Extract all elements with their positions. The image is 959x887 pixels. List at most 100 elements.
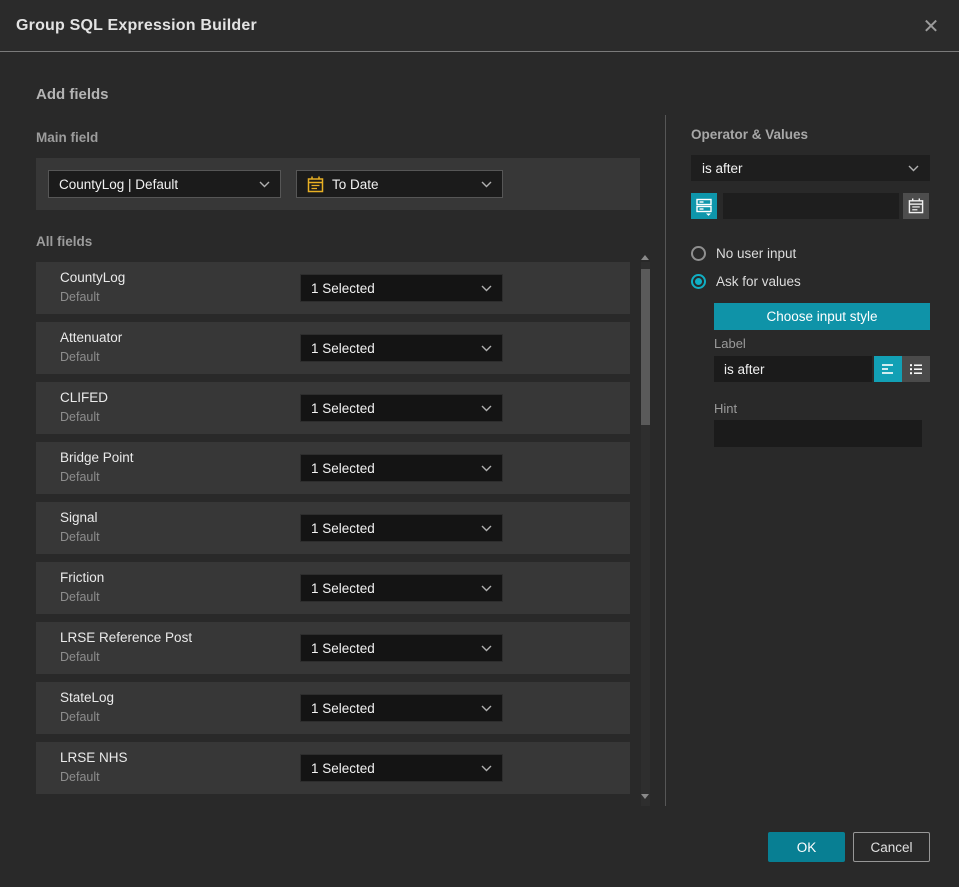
radio-no-user-input[interactable]: No user input (691, 246, 796, 261)
chevron-down-icon (481, 285, 492, 291)
field-selected-value: 1 Selected (311, 760, 375, 776)
field-selected-value: 1 Selected (311, 460, 375, 476)
main-field-select-value: CountyLog | Default (59, 176, 179, 192)
field-row: Signal Default 1 Selected (36, 502, 630, 554)
scrollbar-up-arrow[interactable] (641, 255, 649, 260)
chevron-down-icon (481, 645, 492, 651)
radio-label: No user input (716, 246, 797, 261)
field-selected-value: 1 Selected (311, 280, 375, 296)
field-name: CountyLog (60, 270, 126, 285)
field-selected-dropdown[interactable]: 1 Selected (300, 394, 503, 422)
field-name: CLIFED (60, 390, 109, 405)
radio-label: Ask for values (716, 274, 801, 289)
date-field-select-value: To Date (332, 176, 379, 192)
field-selected-dropdown[interactable]: 1 Selected (300, 574, 503, 602)
field-row: StateLog Default 1 Selected (36, 682, 630, 734)
chevron-down-icon (481, 181, 492, 187)
field-subtitle: Default (60, 650, 100, 664)
chevron-down-icon (481, 585, 492, 591)
value-source-toggle-button[interactable] (691, 193, 717, 219)
date-value-input[interactable] (723, 193, 899, 219)
operator-values-heading: Operator & Values (691, 127, 809, 142)
chevron-down-icon (481, 345, 492, 351)
field-selected-value: 1 Selected (311, 700, 375, 716)
field-subtitle: Default (60, 290, 100, 304)
field-selected-value: 1 Selected (311, 580, 375, 596)
field-selected-dropdown[interactable]: 1 Selected (300, 334, 503, 362)
field-selected-value: 1 Selected (311, 400, 375, 416)
calendar-icon (908, 198, 924, 214)
field-selected-dropdown[interactable]: 1 Selected (300, 754, 503, 782)
scrollbar-down-arrow[interactable] (641, 794, 649, 799)
operator-select-value: is after (702, 160, 743, 176)
field-selected-value: 1 Selected (311, 640, 375, 656)
dialog-title: Group SQL Expression Builder (16, 17, 257, 34)
field-row: LRSE NHS Default 1 Selected (36, 742, 630, 794)
all-fields-label: All fields (36, 234, 93, 249)
field-selected-dropdown[interactable]: 1 Selected (300, 514, 503, 542)
hint-field-label: Hint (714, 401, 738, 416)
title-bar: Group SQL Expression Builder ✕ (0, 0, 959, 52)
field-row: Attenuator Default 1 Selected (36, 322, 630, 374)
field-subtitle: Default (60, 590, 100, 604)
field-name: LRSE NHS (60, 750, 128, 765)
cancel-button[interactable]: Cancel (853, 832, 930, 862)
field-name: Bridge Point (60, 450, 134, 465)
field-subtitle: Default (60, 710, 100, 724)
radio-circle-icon (691, 274, 706, 289)
panel-divider (665, 115, 666, 806)
field-subtitle: Default (60, 410, 100, 424)
choose-input-style-button[interactable]: Choose input style (714, 303, 930, 330)
field-selected-dropdown[interactable]: 1 Selected (300, 694, 503, 722)
field-name: StateLog (60, 690, 115, 705)
field-selected-dropdown[interactable]: 1 Selected (300, 274, 503, 302)
main-field-select[interactable]: CountyLog | Default (48, 170, 281, 198)
chevron-down-icon (481, 525, 492, 531)
chevron-down-icon (259, 181, 270, 187)
chevron-down-icon (908, 165, 919, 171)
input-style-text-button[interactable] (874, 356, 902, 382)
chevron-down-icon (481, 465, 492, 471)
field-name: LRSE Reference Post (60, 630, 193, 645)
field-subtitle: Default (60, 350, 100, 364)
hint-input[interactable] (714, 420, 922, 447)
field-row: Friction Default 1 Selected (36, 562, 630, 614)
field-subtitle: Default (60, 530, 100, 544)
field-row: Bridge Point Default 1 Selected (36, 442, 630, 494)
scrollbar-thumb[interactable] (641, 269, 650, 425)
field-row: LRSE Reference Post Default 1 Selected (36, 622, 630, 674)
field-name: Friction (60, 570, 105, 585)
close-icon[interactable]: ✕ (915, 0, 947, 52)
field-selected-dropdown[interactable]: 1 Selected (300, 454, 503, 482)
input-style-list-button[interactable] (902, 356, 930, 382)
field-row: CLIFED Default 1 Selected (36, 382, 630, 434)
field-name: Signal (60, 510, 98, 525)
date-picker-button[interactable] (903, 193, 929, 219)
chevron-down-icon (481, 705, 492, 711)
chevron-down-icon (481, 765, 492, 771)
bullet-list-icon (910, 364, 922, 375)
radio-circle-icon (691, 246, 706, 261)
field-selected-value: 1 Selected (311, 520, 375, 536)
field-subtitle: Default (60, 470, 100, 484)
main-field-panel: CountyLog | Default To Date (36, 158, 640, 210)
label-field-label: Label (714, 336, 746, 351)
fields-scrollbar[interactable] (641, 262, 650, 806)
stacked-values-icon (696, 198, 712, 216)
main-field-label: Main field (36, 130, 99, 145)
add-fields-heading: Add fields (36, 86, 109, 103)
radio-ask-for-values[interactable]: Ask for values (691, 274, 801, 289)
calendar-icon (307, 176, 324, 192)
field-subtitle: Default (60, 770, 100, 784)
align-left-icon (882, 364, 893, 374)
operator-select[interactable]: is after (691, 155, 930, 181)
field-selected-value: 1 Selected (311, 340, 375, 356)
chevron-down-icon (481, 405, 492, 411)
date-field-select[interactable]: To Date (296, 170, 503, 198)
label-input[interactable] (714, 356, 872, 382)
field-selected-dropdown[interactable]: 1 Selected (300, 634, 503, 662)
field-name: Attenuator (60, 330, 123, 345)
ok-button[interactable]: OK (768, 832, 845, 862)
group-sql-expression-builder-dialog: Group SQL Expression Builder ✕ Add field… (0, 0, 959, 887)
field-row: CountyLog Default 1 Selected (36, 262, 630, 314)
